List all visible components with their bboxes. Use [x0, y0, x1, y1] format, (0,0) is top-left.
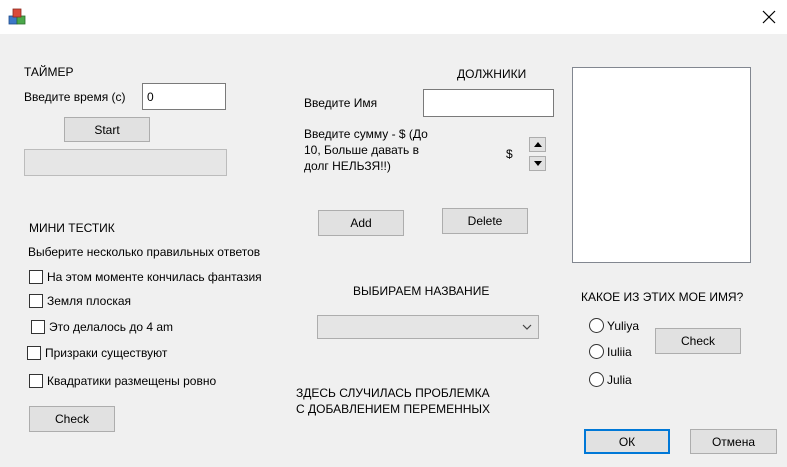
quiz-instruction: Выберите несколько правильных ответов	[28, 245, 261, 259]
cancel-button[interactable]: Отмена	[690, 429, 777, 454]
radio-julia-label: Julia	[607, 372, 632, 387]
problem-line1: ЗДЕСЬ СЛУЧИЛАСЬ ПРОБЛЕМКА	[296, 386, 490, 400]
checkbox-1[interactable]	[29, 270, 43, 284]
quiz-option-5[interactable]: Квадратики размещены ровно	[29, 374, 216, 388]
app-cubes-icon	[8, 8, 26, 26]
naming-heading: ВЫБИРАЕМ НАЗВАНИЕ	[353, 284, 490, 298]
checkbox-2[interactable]	[29, 294, 43, 308]
quiz-option-4[interactable]: Призраки существуют	[27, 346, 167, 360]
radio-circle-2[interactable]	[589, 344, 604, 359]
debtors-heading: ДОЛЖНИКИ	[457, 67, 527, 81]
radio-iuliia-label: Iuliia	[607, 344, 632, 359]
quiz-option-2-label: Земля плоская	[47, 294, 131, 308]
checkbox-3[interactable]	[31, 320, 45, 334]
quiz-check-button[interactable]: Check	[29, 406, 115, 432]
currency-label: $	[506, 147, 513, 161]
name-input[interactable]	[423, 89, 554, 117]
quiz-heading: МИНИ ТЕСТИК	[29, 221, 115, 235]
debtors-listbox[interactable]	[572, 67, 751, 263]
ok-button[interactable]: ОК	[584, 429, 670, 454]
quiz-option-1[interactable]: На этом моменте кончилась фантазия	[29, 270, 262, 284]
quiz-option-3-label: Это делалось до 4 am	[49, 320, 174, 334]
checkbox-5[interactable]	[29, 374, 43, 388]
radio-yuliya-label: Yuliya	[607, 318, 640, 333]
timer-progress-bar	[24, 149, 227, 176]
radio-iuliia[interactable]: Iuliia	[589, 344, 632, 359]
sum-decrement-button[interactable]	[529, 156, 546, 171]
radio-yuliya[interactable]: Yuliya	[589, 318, 639, 333]
problem-line2: С ДОБАВЛЕНИЕМ ПЕРЕМЕННЫХ	[296, 402, 491, 416]
arrow-up-icon	[533, 142, 542, 147]
radio-julia[interactable]: Julia	[589, 372, 632, 387]
sum-label-line3: долг НЕЛЬЗЯ!!)	[304, 159, 391, 173]
time-label: Введите время (с)	[24, 90, 126, 104]
quiz-option-1-label: На этом моменте кончилась фантазия	[47, 270, 262, 284]
quiz-option-3[interactable]: Это делалось до 4 am	[31, 320, 173, 334]
quiz-option-5-label: Квадратики размещены ровно	[47, 374, 217, 388]
quiz-option-4-label: Призраки существуют	[45, 346, 168, 360]
sum-increment-button[interactable]	[529, 137, 546, 152]
radio-circle-3[interactable]	[589, 372, 604, 387]
start-button[interactable]: Start	[64, 117, 150, 142]
arrow-down-icon	[533, 161, 542, 166]
sum-label-line1: Введите сумму - $ (До	[304, 127, 428, 141]
name-question-heading: КАКОЕ ИЗ ЭТИХ МОЕ ИМЯ?	[581, 290, 744, 304]
timer-heading: ТАЙМЕР	[24, 65, 74, 79]
delete-button[interactable]: Delete	[442, 208, 528, 234]
time-input[interactable]	[142, 83, 226, 110]
name-label: Введите Имя	[304, 96, 378, 110]
name-check-button[interactable]: Check	[655, 328, 741, 354]
checkbox-4[interactable]	[27, 346, 41, 360]
close-button[interactable]	[750, 0, 787, 34]
title-bar	[0, 0, 787, 34]
chevron-down-icon	[522, 324, 532, 330]
name-combobox[interactable]	[317, 315, 539, 339]
radio-circle-1[interactable]	[589, 318, 604, 333]
sum-label-line2: 10, Больше давать в	[304, 143, 419, 157]
close-icon	[762, 10, 775, 24]
add-button[interactable]: Add	[318, 210, 404, 236]
quiz-option-2[interactable]: Земля плоская	[29, 294, 131, 308]
